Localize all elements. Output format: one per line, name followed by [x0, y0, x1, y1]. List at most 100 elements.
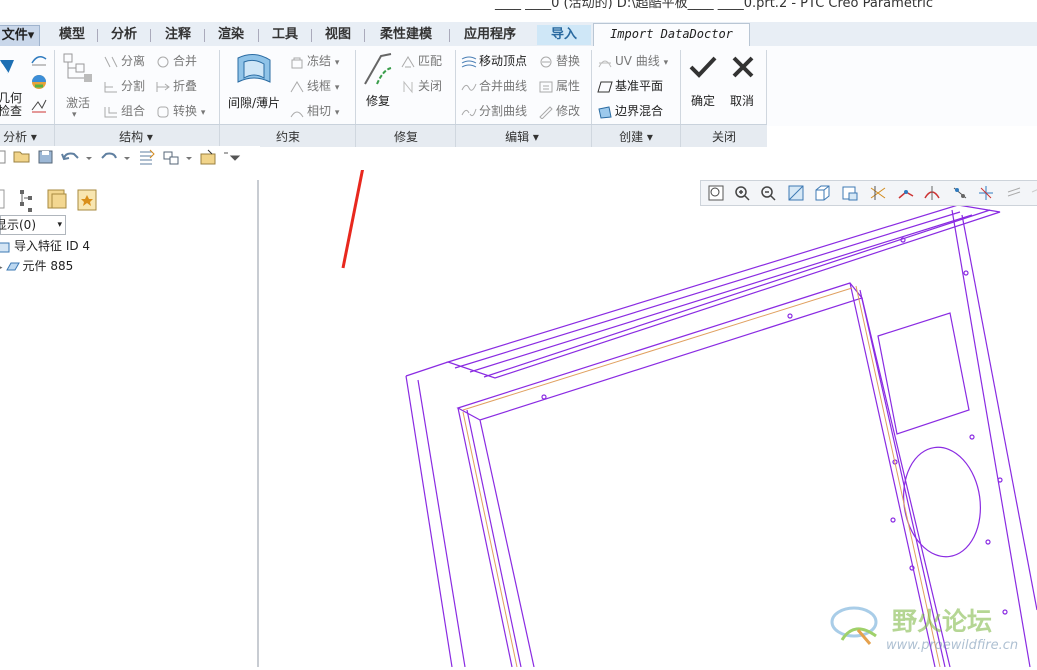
checkmark-icon[interactable] [688, 54, 718, 83]
wireframe-dropdown-icon[interactable]: ▾ [335, 83, 340, 93]
gap-sheet-button[interactable]: 间隙/薄片 [226, 94, 282, 111]
component-icon [5, 260, 21, 274]
spin-center-icon[interactable] [897, 184, 915, 202]
more-view-icon[interactable] [1029, 184, 1037, 202]
boundary-blend-button[interactable]: 边界混合 [597, 102, 663, 119]
tab-flexible-modeling[interactable]: 柔性建模 [370, 25, 442, 45]
color-analysis-icon[interactable] [30, 74, 48, 93]
datum-display-icon[interactable] [869, 184, 887, 202]
customize-qat-icon[interactable] [224, 152, 241, 161]
group-divider [54, 125, 55, 147]
close-x-icon[interactable] [730, 54, 756, 83]
model-tree-icon[interactable] [0, 189, 5, 209]
zoom-out-icon[interactable] [759, 184, 777, 202]
import-feature-icon [0, 240, 12, 254]
group-label-structure[interactable]: 结构 ▾ [100, 128, 172, 145]
separate-label: 分离 [121, 54, 146, 68]
merge-curve-button[interactable]: 合并曲线 [461, 77, 527, 94]
group-label-create[interactable]: 创建 ▾ [612, 128, 660, 145]
gap-sheet-icon[interactable] [234, 52, 274, 91]
modify-label: 修改 [556, 104, 581, 118]
wireframe-button[interactable]: 线框 ▾ [289, 77, 339, 94]
move-vertex-button[interactable]: 移动顶点 [461, 52, 527, 69]
point-display-icon[interactable] [951, 184, 969, 202]
favorites-icon[interactable] [77, 189, 97, 211]
activate-icon[interactable] [62, 52, 94, 87]
curvature-analysis-icon[interactable] [30, 98, 48, 117]
tab-import[interactable]: 导入 [537, 25, 591, 45]
display-style-icon[interactable] [841, 184, 859, 202]
zoom-in-icon[interactable] [733, 184, 751, 202]
convert-dropdown-icon[interactable]: ▾ [201, 108, 206, 118]
property-button[interactable]: 属性 [538, 77, 580, 94]
geometry-check-icon[interactable] [0, 54, 22, 84]
tree-item-import-feature[interactable]: 导入特征 ID 4 [0, 237, 90, 254]
repair-button[interactable]: 修复 [363, 92, 393, 109]
layer-tree-icon[interactable] [20, 190, 32, 212]
tab-import-datadoctor[interactable]: Import DataDoctor [593, 23, 750, 48]
replace-icon [538, 55, 554, 69]
uv-curve-dropdown-icon[interactable]: ▾ [664, 58, 669, 68]
combine-button[interactable]: 组合 [103, 102, 145, 119]
datum-plane-button[interactable]: 基准平面 [597, 77, 663, 94]
expand-icon[interactable]: ▸ [0, 263, 3, 273]
datum-plane-label: 基准平面 [615, 79, 664, 93]
regenerate-icon[interactable] [140, 149, 155, 165]
group-divider [680, 125, 681, 147]
tangent-button[interactable]: 相切 ▾ [289, 102, 339, 119]
model-tree-filter-dropdown[interactable]: 显示(0) ▾ [0, 215, 66, 235]
folder-browser-icon[interactable] [47, 189, 67, 209]
match-button[interactable]: 匹配 [400, 52, 442, 69]
surface-analysis-icon[interactable] [30, 51, 48, 70]
coordinate-display-icon[interactable] [1005, 184, 1023, 202]
group-label-edit[interactable]: 编辑 ▾ [498, 128, 546, 145]
graphics-viewport[interactable] [259, 110, 1037, 668]
tab-view[interactable]: 视图 [318, 25, 358, 45]
annotation-display-icon[interactable] [923, 184, 941, 202]
activate-button[interactable]: 激活 [66, 94, 90, 111]
uv-curve-button[interactable]: UV 曲线 ▾ [597, 52, 668, 69]
split-label: 分割 [121, 79, 146, 93]
close-window-icon[interactable] [200, 149, 216, 165]
tangent-dropdown-icon[interactable]: ▾ [335, 108, 340, 118]
cancel-button[interactable]: 取消 [726, 92, 758, 109]
tangent-label: 相切 [307, 104, 332, 118]
ribbon-group-labels: 分析 ▾ 结构 ▾ 约束 修复 编辑 ▾ 创建 ▾ 关闭 [0, 124, 767, 147]
repair-icon[interactable] [361, 50, 395, 91]
tab-render[interactable]: 渲染 [211, 25, 251, 45]
tab-annotate[interactable]: 注释 [158, 25, 198, 45]
new-file-icon[interactable] [0, 150, 6, 164]
axis-display-icon[interactable] [977, 184, 995, 202]
merge-curve-label: 合并曲线 [479, 79, 528, 93]
freeze-dropdown-icon[interactable]: ▾ [335, 58, 340, 68]
geometry-check-button[interactable]: 几何 检查 [0, 92, 22, 118]
split-curve-button[interactable]: 分割曲线 [461, 102, 527, 119]
redo-icon[interactable] [101, 152, 130, 161]
replace-button[interactable]: 替换 [538, 52, 580, 69]
undo-icon[interactable] [61, 152, 92, 161]
freeze-button[interactable]: 冻结 ▾ [289, 52, 339, 69]
convert-button[interactable]: 转换 ▾ [155, 102, 205, 119]
group-label-analysis[interactable]: 分析 ▾ [0, 128, 40, 145]
tab-analysis[interactable]: 分析 [104, 25, 144, 45]
windows-icon[interactable] [163, 151, 192, 165]
refit-icon[interactable] [707, 184, 725, 202]
saved-orientations-icon[interactable] [813, 184, 831, 202]
repaint-icon[interactable] [787, 184, 805, 202]
tab-model[interactable]: 模型 [52, 25, 92, 45]
forum-watermark: 野火论坛 www.proewildfire.cn [830, 600, 1030, 667]
merge-button[interactable]: 合并 [155, 52, 197, 69]
activate-dropdown-icon[interactable]: ▾ [72, 110, 77, 120]
tab-tools[interactable]: 工具 [265, 25, 305, 45]
close-repair-button[interactable]: 关闭 [400, 77, 442, 94]
separate-button[interactable]: 分离 [103, 52, 145, 69]
fold-button[interactable]: 折叠 [155, 77, 197, 94]
tab-file[interactable]: 文件▾ [0, 25, 40, 46]
tab-applications[interactable]: 应用程序 [455, 25, 525, 45]
modify-button[interactable]: 修改 [538, 102, 581, 120]
save-icon[interactable] [38, 150, 53, 164]
open-file-icon[interactable] [13, 151, 30, 163]
split-button[interactable]: 分割 [103, 77, 145, 94]
tree-item-component[interactable]: ▸ 元件 885 [0, 257, 73, 274]
confirm-button[interactable]: 确定 [688, 92, 718, 109]
